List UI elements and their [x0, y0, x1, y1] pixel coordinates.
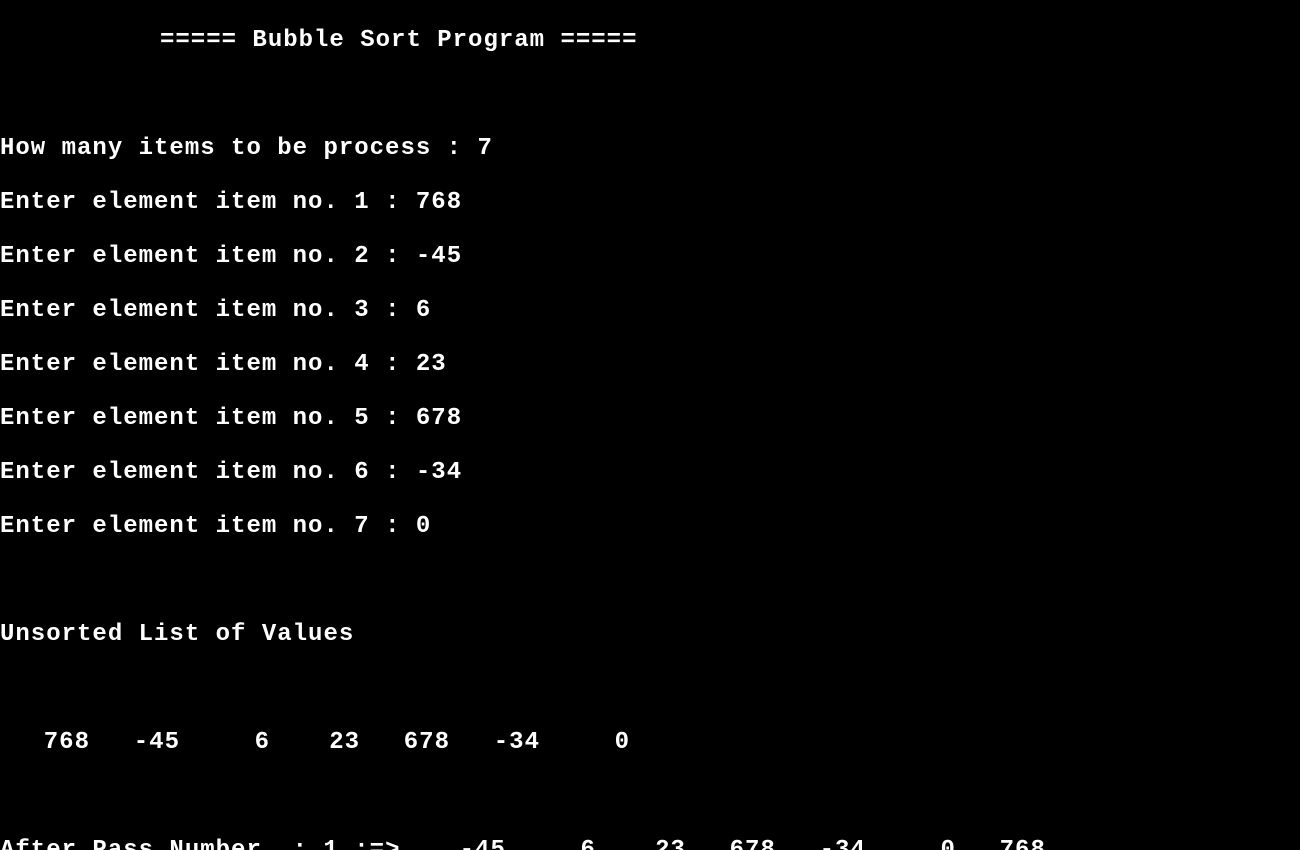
- unsorted-values: 768-45623678-340: [0, 729, 1300, 756]
- input-line: Enter element item no. 6 : -34: [0, 459, 1300, 486]
- count-prompt: How many items to be process :: [0, 135, 477, 162]
- input-line: Enter element item no. 1 : 768: [0, 189, 1300, 216]
- count-prompt-line: How many items to be process : 7: [0, 135, 1300, 162]
- input-line: Enter element item no. 4 : 23: [0, 351, 1300, 378]
- input-line: Enter element item no. 2 : -45: [0, 243, 1300, 270]
- console-output: ===== Bubble Sort Program ===== How many…: [0, 0, 1300, 850]
- count-value: 7: [477, 135, 492, 162]
- unsorted-label: Unsorted List of Values: [0, 621, 1300, 648]
- program-title: ===== Bubble Sort Program =====: [160, 27, 1300, 54]
- input-line: Enter element item no. 7 : 0: [0, 513, 1300, 540]
- pass-line: After Pass Number : 1 :=> -45623678-3407…: [0, 837, 1300, 850]
- input-line: Enter element item no. 3 : 6: [0, 297, 1300, 324]
- input-line: Enter element item no. 5 : 678: [0, 405, 1300, 432]
